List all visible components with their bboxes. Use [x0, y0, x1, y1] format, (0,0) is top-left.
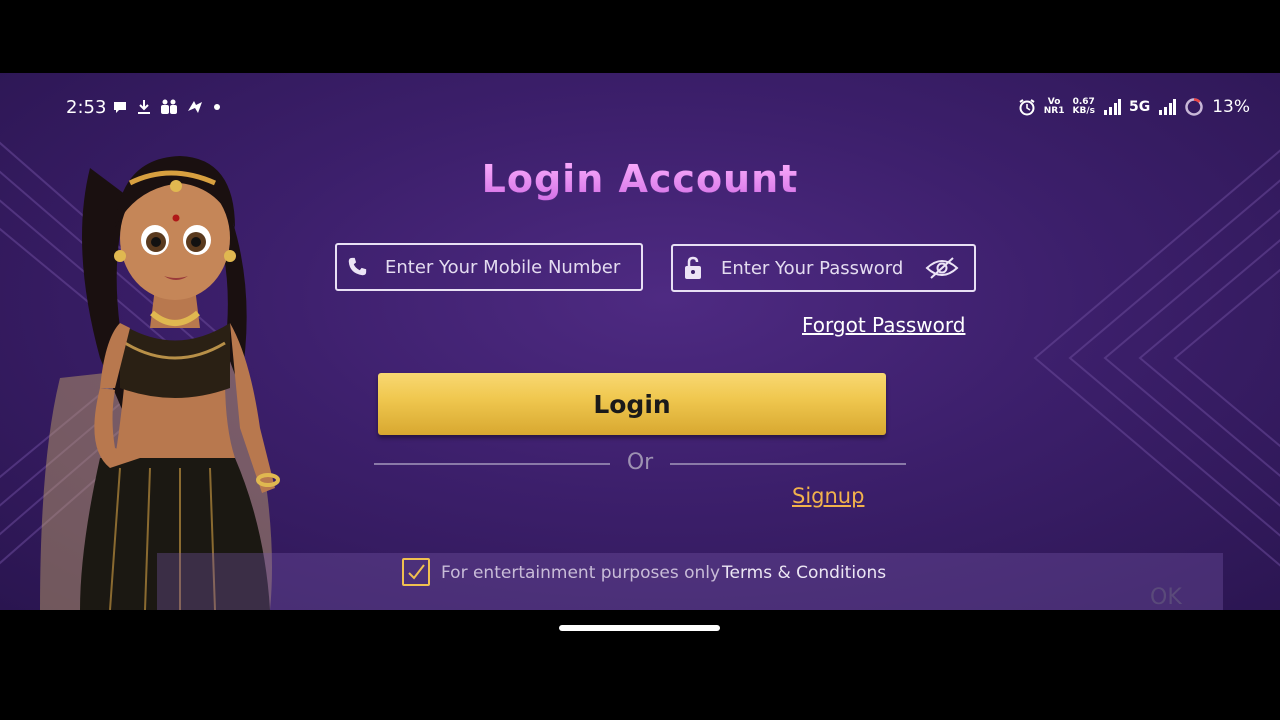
- password-input[interactable]: [719, 256, 923, 280]
- volte-indicator: Vo NR1: [1043, 97, 1065, 116]
- terms-checkbox[interactable]: [402, 558, 430, 586]
- eye-off-icon[interactable]: [924, 256, 960, 280]
- status-time: 2:53: [66, 97, 107, 118]
- alarm-icon: [1019, 99, 1035, 116]
- home-indicator[interactable]: [559, 625, 720, 631]
- check-icon: [408, 564, 425, 580]
- ok-button[interactable]: OK: [1150, 585, 1182, 610]
- terms-link[interactable]: Terms & Conditions: [722, 563, 886, 583]
- system-icons: Vo NR1 0.67 KB/s 5G 13%: [1018, 97, 1250, 117]
- dot-icon: [214, 104, 220, 110]
- phone-icon: [345, 255, 369, 279]
- page-title: Login Account: [460, 157, 820, 201]
- app-icon: [188, 101, 202, 113]
- signup-link[interactable]: Signup: [792, 484, 864, 508]
- download-icon: [138, 100, 150, 114]
- battery-ring-icon: [1185, 98, 1203, 116]
- character-illustration: [40, 156, 280, 610]
- network-type: 5G: [1128, 99, 1151, 115]
- signal-icon-2: [1159, 99, 1177, 115]
- password-field[interactable]: [671, 244, 976, 292]
- divider-right: [670, 463, 906, 465]
- mobile-input[interactable]: [383, 255, 627, 279]
- or-label: Or: [626, 450, 654, 475]
- chat-bubble-icon: [114, 102, 126, 113]
- teams-icon: [161, 99, 177, 114]
- divider-left: [374, 463, 610, 465]
- notification-icons: [112, 99, 222, 115]
- signal-icon: [1103, 99, 1121, 115]
- network-speed: 0.67 KB/s: [1072, 97, 1095, 116]
- forgot-password-link[interactable]: Forgot Password: [802, 313, 965, 337]
- app-screen: 2:53 Vo NR1 0.67 KB/s 5G 13% Login Accou…: [0, 73, 1280, 610]
- login-button[interactable]: Login: [378, 373, 886, 435]
- mobile-field[interactable]: [335, 243, 643, 291]
- unlock-icon: [681, 256, 705, 280]
- entertainment-text: For entertainment purposes only: [441, 563, 721, 583]
- battery-percent: 13%: [1212, 97, 1250, 117]
